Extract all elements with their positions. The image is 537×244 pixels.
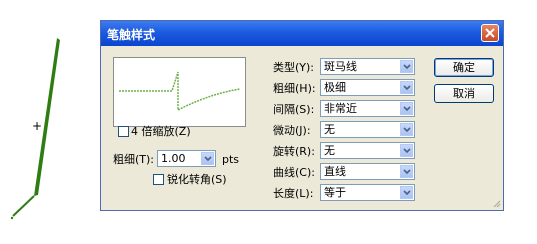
chevron-down-icon — [403, 148, 411, 154]
field-label-type: 类型(Y): — [273, 61, 315, 74]
cancel-button[interactable]: 取消 — [434, 84, 494, 103]
chevron-down-icon — [403, 127, 411, 133]
chevron-down-icon — [403, 190, 411, 196]
thickness-dropdown-button[interactable] — [201, 152, 214, 165]
type-select[interactable]: 斑马线 — [320, 58, 415, 75]
resize-grip-icon[interactable] — [491, 198, 501, 208]
sharpen-corners-label: 锐化转角(S) — [167, 173, 227, 186]
type-value: 斑马线 — [324, 60, 357, 73]
chevron-down-icon — [403, 64, 411, 70]
length-value: 等于 — [324, 186, 346, 199]
jiggle-dropdown-button[interactable] — [400, 123, 413, 136]
field-label-length: 长度(L): — [273, 187, 314, 200]
zoom-checkbox-label: 4 倍缩放(Z) — [131, 125, 191, 138]
field-label-rotate: 旋转(R): — [273, 145, 315, 158]
length-dropdown-button[interactable] — [400, 186, 413, 199]
dialog-title: 笔触样式 — [107, 28, 156, 42]
chevron-down-icon — [204, 156, 212, 162]
stroke-thickness-select[interactable]: 极细 — [320, 79, 415, 96]
rotate-value: 无 — [324, 144, 335, 157]
close-icon — [485, 28, 495, 38]
ok-button[interactable]: 确定 — [434, 58, 494, 77]
stroke-preview — [113, 57, 246, 127]
sharpen-corners-checkbox[interactable] — [153, 174, 164, 185]
type-dropdown-button[interactable] — [400, 60, 413, 73]
thickness-unit: pts — [222, 153, 240, 166]
stroke-thickness-value: 极细 — [324, 81, 346, 94]
curve-select[interactable]: 直线 — [320, 163, 415, 180]
rotate-select[interactable]: 无 — [320, 142, 415, 159]
field-label-curve: 曲线(C): — [273, 166, 315, 179]
curve-dropdown-button[interactable] — [400, 165, 413, 178]
rotate-dropdown-button[interactable] — [400, 144, 413, 157]
chevron-down-icon — [403, 169, 411, 175]
length-select[interactable]: 等于 — [320, 184, 415, 201]
stroke-thickness-dropdown-button[interactable] — [400, 81, 413, 94]
chevron-down-icon — [403, 106, 411, 112]
title-bar[interactable]: 笔触样式 — [101, 21, 503, 46]
close-button[interactable] — [481, 24, 499, 42]
field-label-jiggle: 微动(J): — [273, 124, 311, 137]
crosshair-icon: + — [32, 119, 43, 133]
field-label-thickness: 粗细(H): — [273, 82, 316, 95]
curve-value: 直线 — [324, 165, 346, 178]
jiggle-value: 无 — [324, 123, 335, 136]
thickness-input[interactable]: 1.00 — [157, 150, 216, 167]
field-label-spacing: 间隔(S): — [273, 103, 315, 116]
chevron-down-icon — [403, 85, 411, 91]
thickness-value: 1.00 — [161, 152, 186, 165]
zoom-checkbox[interactable] — [118, 126, 129, 137]
thickness-label: 粗细(T): — [113, 153, 155, 166]
stroke-style-dialog: 笔触样式 4 倍缩放(Z) 粗细(T): 1.00 pts 锐化转角(S) 类型… — [100, 20, 504, 211]
spacing-value: 非常近 — [324, 102, 357, 115]
preview-stroke — [119, 71, 241, 112]
canvas-stroke — [10, 38, 60, 220]
spacing-dropdown-button[interactable] — [400, 102, 413, 115]
spacing-select[interactable]: 非常近 — [320, 100, 415, 117]
jiggle-select[interactable]: 无 — [320, 121, 415, 138]
